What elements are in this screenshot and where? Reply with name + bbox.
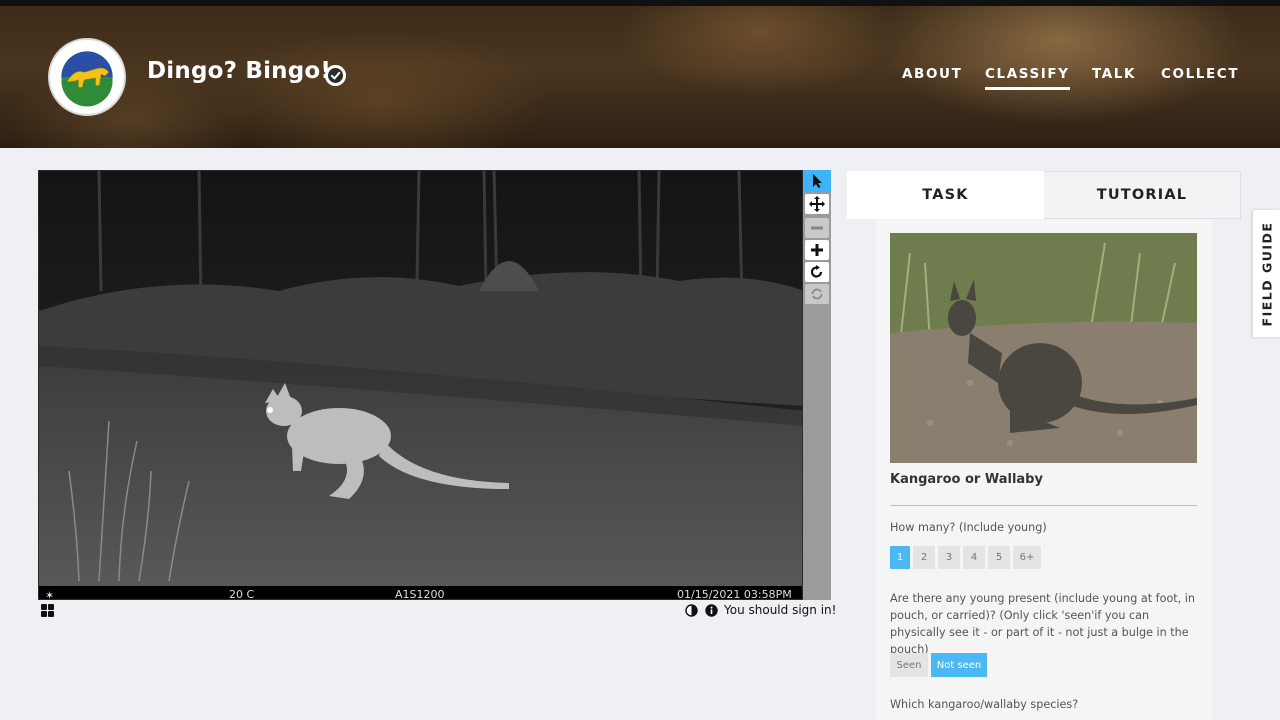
subject-image-viewer[interactable]: ✶ 20 C A1S1200 01/15/2021 03:58PM bbox=[38, 170, 803, 600]
nav-about[interactable]: ABOUT bbox=[902, 66, 962, 82]
project-header: Dingo? Bingo! ABOUT CLASSIFY TALK COLLEC… bbox=[0, 0, 1280, 148]
zoom-in-icon bbox=[811, 244, 823, 256]
check-badge-icon bbox=[325, 65, 346, 86]
count-option-2[interactable]: 2 bbox=[913, 546, 935, 569]
field-guide-label: FIELD GUIDE bbox=[1259, 221, 1274, 326]
divider bbox=[890, 505, 1197, 506]
contrast-icon[interactable] bbox=[685, 604, 698, 617]
pointer-tool-button[interactable] bbox=[803, 170, 831, 192]
reset-button[interactable] bbox=[805, 284, 829, 304]
count-option-4[interactable]: 4 bbox=[963, 546, 985, 569]
viewer-footer: You should sign in! bbox=[38, 602, 836, 620]
nav-collect[interactable]: COLLECT bbox=[1161, 66, 1239, 82]
nav-talk[interactable]: TALK bbox=[1092, 66, 1136, 82]
rotate-button[interactable] bbox=[805, 262, 829, 282]
camera-temperature: 20 C bbox=[229, 588, 254, 600]
info-icon[interactable] bbox=[705, 604, 718, 617]
move-icon bbox=[809, 196, 825, 212]
reset-icon bbox=[811, 288, 823, 300]
field-guide-tab[interactable]: FIELD GUIDE bbox=[1253, 210, 1280, 337]
choice-reference-image bbox=[890, 233, 1197, 463]
zoom-out-button[interactable] bbox=[805, 218, 829, 238]
question-young-present: Are there any young present (include you… bbox=[890, 592, 1195, 656]
viewer-toolbar bbox=[803, 170, 831, 600]
rotate-icon bbox=[810, 265, 823, 278]
count-option-1[interactable]: 1 bbox=[890, 546, 910, 569]
choice-detail: Kangaroo or Wallaby How many? (Include y… bbox=[876, 219, 1212, 720]
camera-trap-photo: ✶ 20 C A1S1200 01/15/2021 03:58PM bbox=[39, 171, 802, 600]
camera-id: A1S1200 bbox=[395, 588, 445, 600]
tab-task[interactable]: TASK bbox=[847, 171, 1044, 219]
choice-name: Kangaroo or Wallaby bbox=[890, 472, 1043, 487]
count-option-3[interactable]: 3 bbox=[938, 546, 960, 569]
nav-classify[interactable]: CLASSIFY bbox=[985, 66, 1070, 90]
project-title[interactable]: Dingo? Bingo! bbox=[147, 58, 331, 84]
project-logo[interactable] bbox=[48, 38, 126, 116]
sign-in-message: You should sign in! bbox=[724, 603, 837, 617]
question-how-many: How many? (Include young) bbox=[890, 521, 1047, 534]
camera-timestamp: 01/15/2021 03:58PM bbox=[677, 588, 792, 600]
pointer-icon bbox=[813, 174, 822, 188]
zoom-out-icon bbox=[811, 226, 823, 230]
young-option-not-seen[interactable]: Not seen bbox=[931, 653, 987, 677]
grid-icon[interactable] bbox=[41, 604, 55, 618]
project-logo-image bbox=[51, 41, 123, 113]
zoom-in-button[interactable] bbox=[805, 240, 829, 260]
move-tool-button[interactable] bbox=[805, 194, 829, 214]
tab-tutorial[interactable]: TUTORIAL bbox=[1044, 171, 1241, 219]
camera-brand-icon: ✶ bbox=[45, 589, 54, 600]
young-option-seen[interactable]: Seen bbox=[890, 653, 928, 677]
count-option-6plus[interactable]: 6+ bbox=[1013, 546, 1041, 569]
question-species: Which kangaroo/wallaby species? bbox=[890, 698, 1079, 711]
task-panel: TASK TUTORIAL Kangaroo or Wallaby How ma… bbox=[847, 171, 1241, 720]
count-option-5[interactable]: 5 bbox=[988, 546, 1010, 569]
